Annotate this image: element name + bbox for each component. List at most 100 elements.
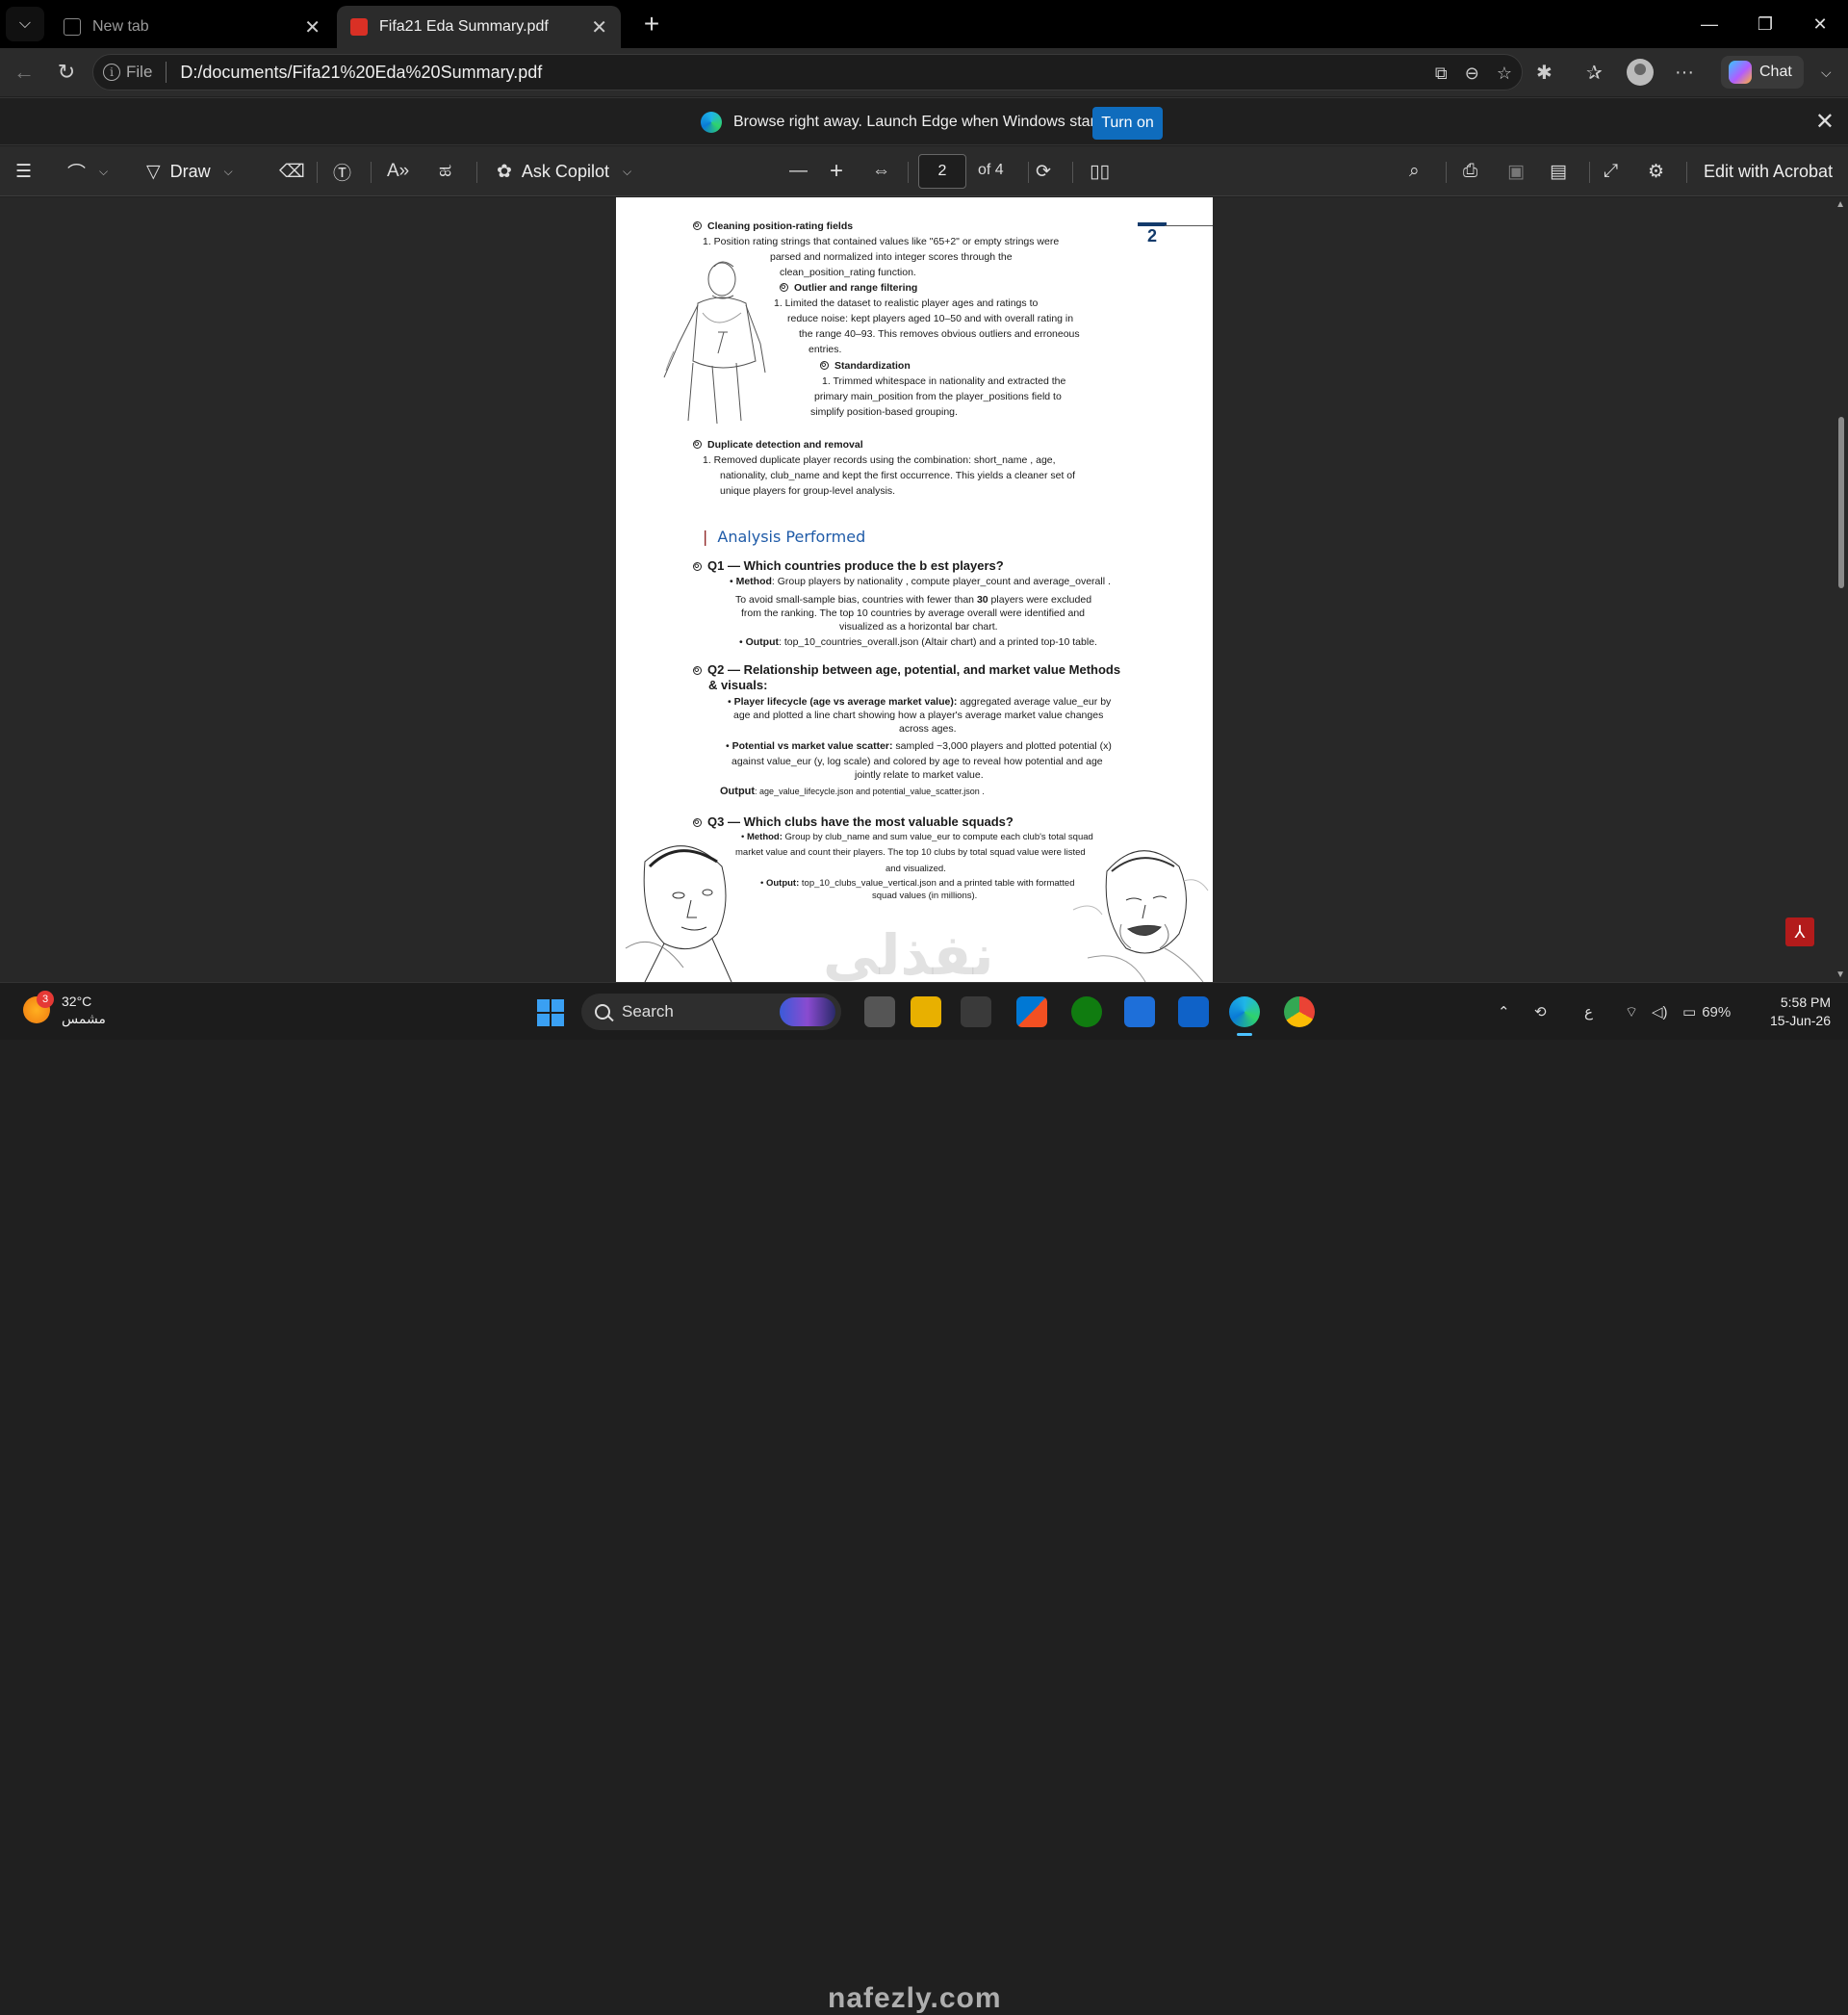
text: sampled ~3,000 players and plotted poten… [892, 740, 1112, 752]
paragraph-line: 1. Trimmed whitespace in nationality and… [822, 375, 1066, 387]
copilot-chat-button[interactable]: Chat [1721, 56, 1804, 89]
immersive-reader-icon[interactable]: ⧉ [1435, 64, 1448, 84]
favorite-star-icon[interactable]: ☆ [1497, 64, 1512, 84]
soccer-ball-icon [693, 562, 702, 571]
label: Method [735, 576, 772, 587]
restore-button[interactable]: ❐ [1737, 0, 1793, 48]
settings-icon[interactable]: ⚙ [1648, 146, 1664, 196]
wifi-icon[interactable]: ⌔ [1625, 983, 1638, 1041]
refresh-icon[interactable]: ↻ [50, 57, 83, 88]
edge-icon[interactable] [1229, 996, 1260, 1036]
minus-icon[interactable]: — [789, 146, 808, 196]
fullscreen-icon[interactable]: ⤢ [1604, 146, 1618, 196]
heading-text: Standardization [834, 360, 911, 372]
eraser-icon[interactable]: ⌫ [279, 146, 305, 196]
more-icon[interactable]: ··· [1675, 48, 1694, 96]
tab-strip: ⌵ New tab ✕ Fifa21 Eda Summary.pdf ✕ + —… [0, 0, 1848, 48]
highlight-icon: ⌒ [67, 163, 87, 184]
tab-pdf[interactable]: Fifa21 Eda Summary.pdf ✕ [337, 6, 621, 48]
clock-date: 15-Jun-26 [1769, 1013, 1831, 1028]
acrobat-icon[interactable]: ⅄ [1785, 917, 1814, 946]
input-language[interactable]: ع [1584, 983, 1593, 1041]
tab-actions-icon[interactable]: ⌵ [6, 7, 44, 41]
rotate-icon[interactable]: ⟳ [1036, 146, 1051, 196]
chat-label: Chat [1759, 64, 1792, 80]
app-icon[interactable] [961, 996, 991, 1027]
extensions-icon[interactable]: ✱ [1536, 48, 1553, 96]
copilot-icon: ✿ [497, 161, 512, 182]
new-tab-button[interactable]: + [635, 8, 668, 40]
close-tab-icon[interactable]: ✕ [591, 15, 607, 39]
clock[interactable]: 5:58 PM 15-Jun-26 [1758, 994, 1831, 1030]
ask-copilot-label: Ask Copilot [521, 161, 609, 181]
paragraph-line: • Potential vs market value scatter: sam… [726, 740, 1112, 752]
contents-icon[interactable]: ☰ [15, 146, 32, 196]
chrome-icon[interactable] [1284, 996, 1315, 1027]
microsoft-store-icon[interactable] [1016, 996, 1047, 1027]
url-text[interactable]: D:/documents/Fifa21%20Eda%20Summary.pdf [180, 63, 542, 83]
sync-icon[interactable]: ⟲ [1534, 983, 1547, 1041]
chevron-down-icon[interactable]: ⌵ [1821, 48, 1832, 96]
divider [371, 162, 372, 183]
favorites-icon[interactable]: ✰ [1586, 48, 1603, 96]
weather-widget[interactable]: 3 32°C مشمس [23, 991, 106, 1027]
app-icon[interactable] [1124, 996, 1155, 1027]
paragraph-line: parsed and normalized into integer score… [770, 251, 1013, 263]
paragraph-line: simplify position-based grouping. [810, 406, 958, 418]
text-box-icon[interactable]: Ⓣ [333, 146, 351, 196]
paragraph-line: market value and count their players. Th… [735, 847, 1086, 858]
search-icon[interactable]: ⌕ [1409, 146, 1420, 196]
search-label: Search [622, 1002, 674, 1020]
task-view-icon[interactable] [864, 996, 895, 1027]
divider [166, 62, 167, 83]
paragraph-line: primary main_position from the player_po… [814, 391, 1062, 402]
edit-with-acrobat-button[interactable]: Edit with Acrobat [1704, 146, 1833, 196]
back-icon[interactable]: ← [8, 57, 40, 88]
file-explorer-icon[interactable] [911, 996, 941, 1027]
tab-title: Fifa21 Eda Summary.pdf [379, 18, 549, 35]
battery-indicator[interactable]: ▭ 69% [1682, 983, 1731, 1041]
scrollbar-thumb[interactable] [1838, 417, 1844, 588]
scroll-up-icon[interactable]: ▲ [1835, 199, 1845, 210]
clock-time: 5:58 PM [1780, 995, 1831, 1010]
chevron-up-icon[interactable]: ⌃ [1498, 983, 1510, 1041]
chevron-down-icon: ⌵ [622, 164, 632, 178]
fit-width-icon[interactable]: ⇔ [872, 146, 890, 196]
tab-new-tab[interactable]: New tab ✕ [50, 6, 334, 48]
xbox-icon[interactable] [1071, 996, 1102, 1027]
close-icon[interactable]: ✕ [1815, 108, 1835, 136]
highlight-button[interactable]: ⌒ ⌵ [67, 146, 108, 196]
site-info-button[interactable]: i File [93, 63, 152, 82]
new-tab-page-icon [64, 18, 81, 36]
page-number-input[interactable]: 2 [918, 154, 966, 189]
vertical-scrollbar[interactable]: ▲ ▼ [1833, 197, 1848, 982]
pdf-page[interactable]: 2 Cleaning position-rating fields 1. Pos… [616, 197, 1213, 982]
ask-copilot-button[interactable]: ✿ Ask Copilot ⌵ [497, 146, 631, 196]
soccer-ball-icon [693, 818, 702, 827]
paragraph-line: Output: age_value_lifecycle.json and pot… [720, 784, 985, 799]
zoom-out-icon[interactable]: ⊖ [1465, 64, 1479, 84]
page-view-icon[interactable]: ▯▯ [1090, 146, 1110, 196]
plus-icon[interactable]: + [830, 146, 843, 196]
paragraph-line: 1. Position rating strings that containe… [703, 236, 1060, 247]
read-aloud-icon[interactable]: A» [387, 146, 409, 196]
close-window-button[interactable]: ✕ [1792, 0, 1848, 48]
save-as-icon[interactable]: ▤ [1550, 146, 1567, 196]
close-tab-icon[interactable]: ✕ [304, 15, 321, 39]
text: top_10_clubs_value_vertical.json and a p… [799, 878, 1075, 889]
address-bar[interactable]: i File D:/documents/Fifa21%20Eda%20Summa… [92, 54, 1523, 90]
draw-button[interactable]: ▽ Draw ⌵ [146, 146, 233, 196]
profile-icon[interactable] [1627, 59, 1654, 86]
translate-icon[interactable]: ಹ [439, 146, 451, 196]
start-button[interactable] [537, 999, 564, 1026]
save-icon[interactable]: ▣ [1507, 146, 1525, 196]
scroll-down-icon[interactable]: ▼ [1835, 969, 1845, 980]
turn-on-button[interactable]: Turn on [1092, 107, 1163, 140]
label: Output [720, 786, 756, 797]
outlook-icon[interactable] [1178, 996, 1209, 1027]
tab-title: New tab [92, 18, 149, 35]
print-icon[interactable]: ⎙ [1463, 146, 1477, 196]
minimize-button[interactable]: — [1681, 0, 1737, 48]
paragraph-line: nationality, club_name and kept the firs… [720, 470, 1076, 481]
volume-icon[interactable]: ◁) [1652, 983, 1668, 1041]
